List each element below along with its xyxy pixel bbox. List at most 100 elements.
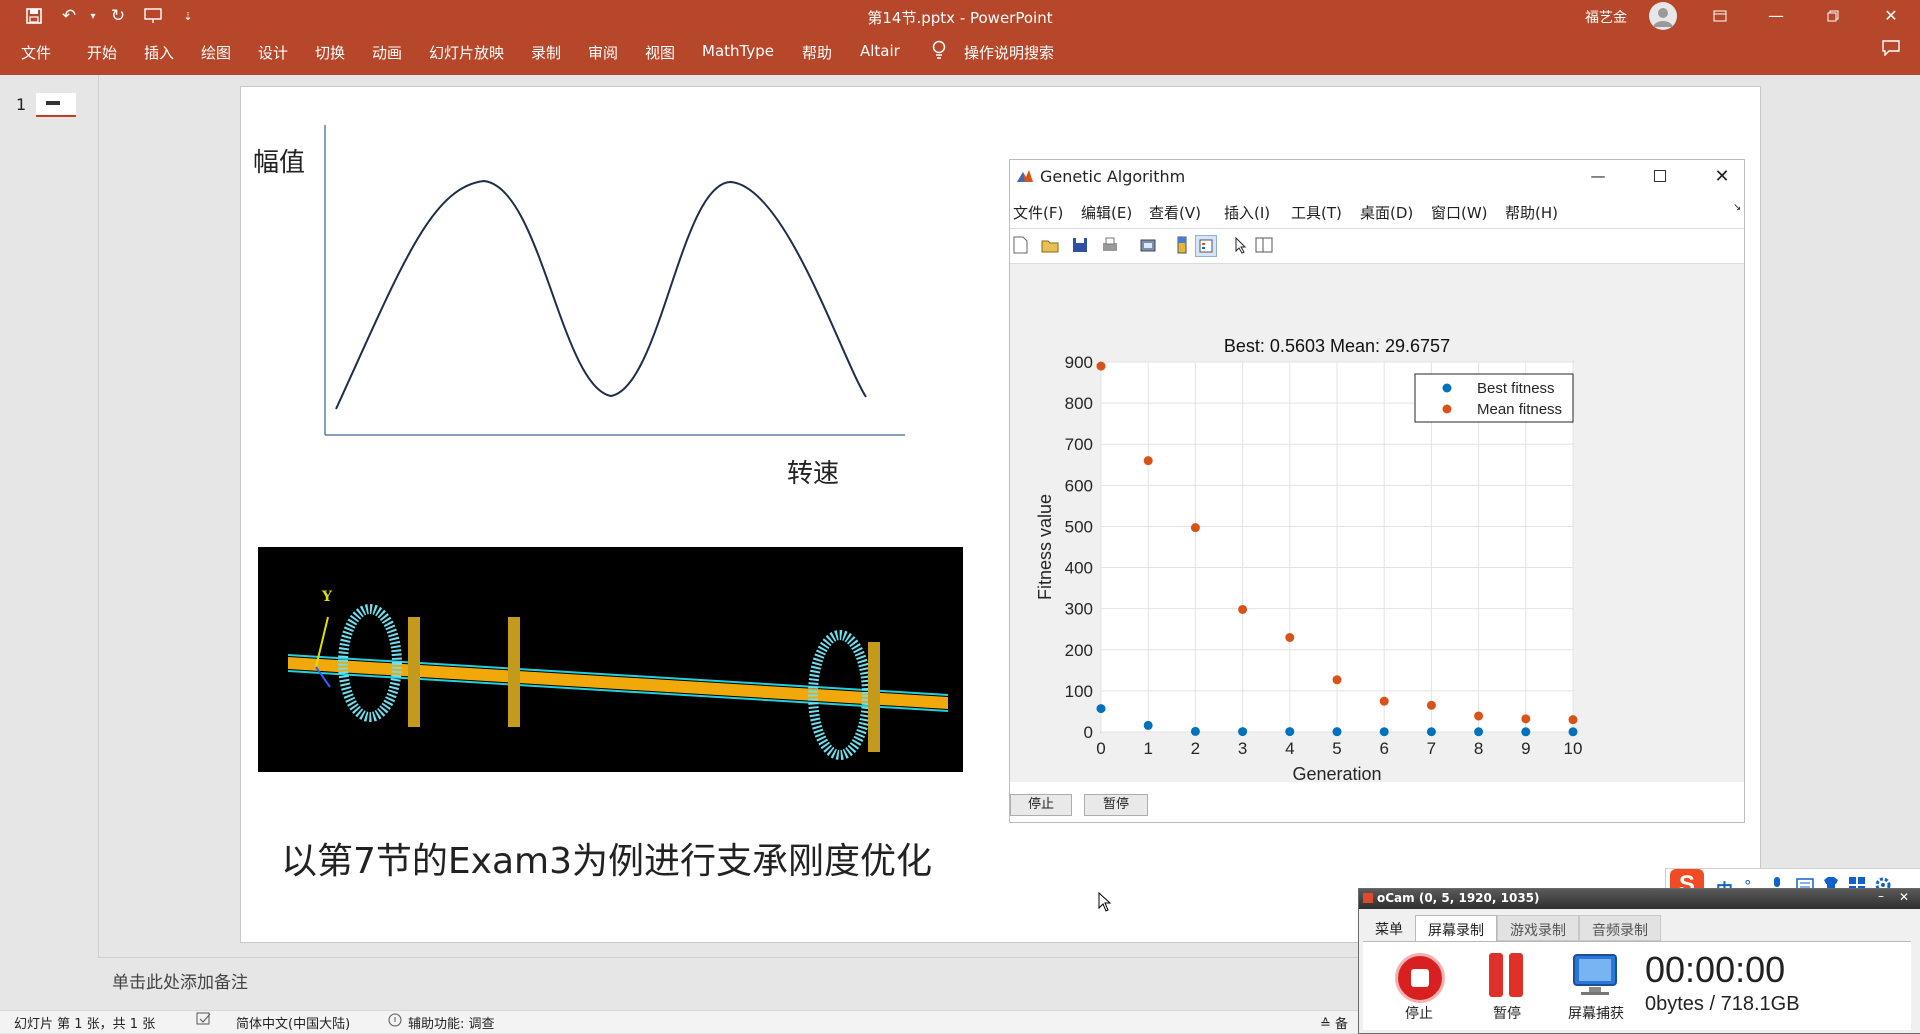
accessibility-status[interactable]: 辅助功能: 调查 (408, 1013, 495, 1032)
tab-altair[interactable]: Altair (860, 42, 900, 60)
x-tick-label: 2 (1191, 739, 1200, 758)
fe-y-axis-label: Y (322, 589, 332, 605)
save-figure-icon[interactable] (1070, 235, 1090, 255)
slide-thumbnail[interactable] (36, 93, 76, 117)
ga-figure-window[interactable]: Genetic Algorithm — ✕ 文件(F) 编辑(E) 查看(V) … (1009, 159, 1745, 823)
ga-close-button[interactable]: ✕ (1704, 162, 1740, 190)
legend-marker (1442, 404, 1452, 414)
tab-record[interactable]: 录制 (531, 42, 561, 63)
ga-menu-file[interactable]: 文件(F) (1013, 202, 1063, 223)
ga-menu-window[interactable]: 窗口(W) (1431, 202, 1488, 223)
comments-icon[interactable] (1882, 40, 1900, 60)
legend-icon[interactable] (1195, 235, 1217, 257)
new-figure-icon[interactable] (1010, 235, 1030, 255)
data-point-best-fitness (1143, 720, 1153, 730)
data-point-best-fitness (1190, 726, 1200, 736)
ga-menu-arrow-icon: ↘ (1733, 202, 1742, 213)
chart-title: Best: 0.5603 Mean: 29.6757 (1224, 336, 1450, 356)
ocam-pause-label[interactable]: 暂停 (1485, 1003, 1529, 1023)
data-point-best-fitness (1096, 704, 1106, 714)
tab-help[interactable]: 帮助 (802, 42, 832, 63)
ga-menu-tools[interactable]: 工具(T) (1291, 202, 1342, 223)
ocam-stop-label[interactable]: 停止 (1397, 1003, 1441, 1023)
x-axis-label: Generation (1292, 764, 1381, 782)
tab-draw[interactable]: 绘图 (201, 42, 231, 63)
search-tell-me[interactable]: 操作说明搜索 (964, 42, 1054, 63)
ocam-tab-screen-record[interactable]: 屏幕录制 (1415, 915, 1497, 941)
amplitude-curve (324, 125, 905, 436)
user-name[interactable]: 福艺金 (1585, 7, 1627, 27)
ocam-pause-icon[interactable] (1487, 953, 1527, 997)
y-tick-label: 400 (1065, 559, 1093, 578)
tab-insert[interactable]: 插入 (144, 42, 174, 63)
ga-menu-help[interactable]: 帮助(H) (1505, 202, 1558, 223)
tab-review[interactable]: 审阅 (588, 42, 618, 63)
print-preview-icon[interactable] (1138, 235, 1158, 255)
x-tick-label: 1 (1143, 739, 1152, 758)
data-point-best-fitness (1238, 727, 1248, 737)
thumbnail-pane: 1 (0, 75, 99, 1005)
ga-stop-button[interactable]: 停止 (1010, 794, 1072, 816)
restore-button[interactable] (1810, 0, 1856, 31)
y-axis-label: Fitness value (1035, 494, 1055, 600)
notes-toggle[interactable]: ≙ 备 (1320, 1013, 1348, 1032)
close-button[interactable]: ✕ (1868, 0, 1914, 31)
tab-mathtype[interactable]: MathType (702, 42, 774, 60)
minimize-button[interactable]: — (1753, 0, 1799, 31)
ocam-tab-menu[interactable]: 菜单 (1363, 915, 1415, 941)
ocam-tab-game-record[interactable]: 游戏录制 (1497, 915, 1579, 941)
data-point-mean-fitness (1332, 675, 1342, 685)
fitness-chart[interactable]: 0 1 2 3 4 5 6 7 8 9 100100200300400500600700800900… (1010, 264, 1744, 782)
y-tick-label: 100 (1065, 682, 1093, 701)
tab-file[interactable]: 文件 (21, 42, 51, 63)
tab-view[interactable]: 视图 (645, 42, 675, 63)
ga-menu-bar: 文件(F) 编辑(E) 查看(V) 插入(I) 工具(T) 桌面(D) 窗口(W… (1013, 202, 1741, 223)
notes-placeholder[interactable]: 单击此处添加备注 (112, 968, 248, 993)
ocam-timer: 00:00:00 (1645, 949, 1786, 990)
ga-menu-desktop[interactable]: 桌面(D) (1360, 202, 1413, 223)
colorbar-icon[interactable] (1172, 235, 1192, 255)
ga-menu-insert[interactable]: 插入(I) (1224, 202, 1270, 223)
data-point-mean-fitness (1190, 523, 1200, 533)
ga-menu-view[interactable]: 查看(V) (1149, 202, 1201, 223)
ocam-minimize-button[interactable]: – (1878, 889, 1884, 903)
x-tick-label: 0 (1096, 739, 1105, 758)
legend-marker (1442, 383, 1452, 393)
x-tick-label: 4 (1285, 739, 1294, 758)
tab-home[interactable]: 开始 (87, 42, 117, 63)
data-point-mean-fitness (1474, 711, 1484, 721)
language-status[interactable]: 简体中文(中国大陆) (236, 1013, 350, 1032)
ribbon-display-icon[interactable] (1697, 0, 1743, 31)
pointer-icon[interactable] (1230, 235, 1250, 255)
slide-count: 幻灯片 第 1 张，共 1 张 (14, 1017, 156, 1032)
open-file-icon[interactable] (1040, 235, 1060, 255)
data-point-mean-fitness (1521, 714, 1531, 724)
title-bar: ↶ ▾ ↻ ⇣ 第14节.pptx - PowerPoint 福艺金 — ✕ (0, 0, 1920, 31)
ocam-capture-label[interactable]: 屏幕捕获 (1563, 1003, 1629, 1023)
ga-maximize-button[interactable] (1642, 162, 1678, 190)
x-tick-label: 9 (1521, 739, 1530, 758)
ocam-close-button[interactable]: ✕ (1899, 890, 1909, 904)
ga-pause-button[interactable]: 暂停 (1084, 794, 1148, 816)
tab-transitions[interactable]: 切换 (315, 42, 345, 63)
ocam-stop-icon[interactable] (1395, 953, 1445, 1003)
ga-minimize-button[interactable]: — (1580, 162, 1616, 190)
data-point-best-fitness (1332, 727, 1342, 737)
data-point-best-fitness (1568, 727, 1578, 737)
property-editor-icon[interactable] (1254, 235, 1274, 255)
avatar[interactable] (1649, 2, 1677, 30)
ocam-capture-icon[interactable] (1571, 953, 1619, 997)
spellcheck-icon[interactable] (196, 1012, 212, 1030)
ocam-window[interactable]: oCam (0, 5, 1920, 1035) – ✕ 菜单 屏幕录制 游戏录制… (1358, 888, 1920, 1034)
notes-toggle-icon: ≙ (1320, 1017, 1331, 1032)
accessibility-icon (387, 1012, 403, 1032)
ocam-size: 0bytes / 718.1GB (1645, 993, 1800, 1015)
ga-menu-edit[interactable]: 编辑(E) (1081, 202, 1132, 223)
tab-design[interactable]: 设计 (258, 42, 288, 63)
print-icon[interactable] (1100, 235, 1120, 255)
x-tick-label: 10 (1564, 739, 1583, 758)
ocam-tabs: 菜单 屏幕录制 游戏录制 音频录制 (1363, 915, 1661, 941)
tab-slideshow[interactable]: 幻灯片放映 (429, 42, 504, 63)
tab-animations[interactable]: 动画 (372, 42, 402, 63)
ocam-tab-audio-record[interactable]: 音频录制 (1579, 915, 1661, 941)
